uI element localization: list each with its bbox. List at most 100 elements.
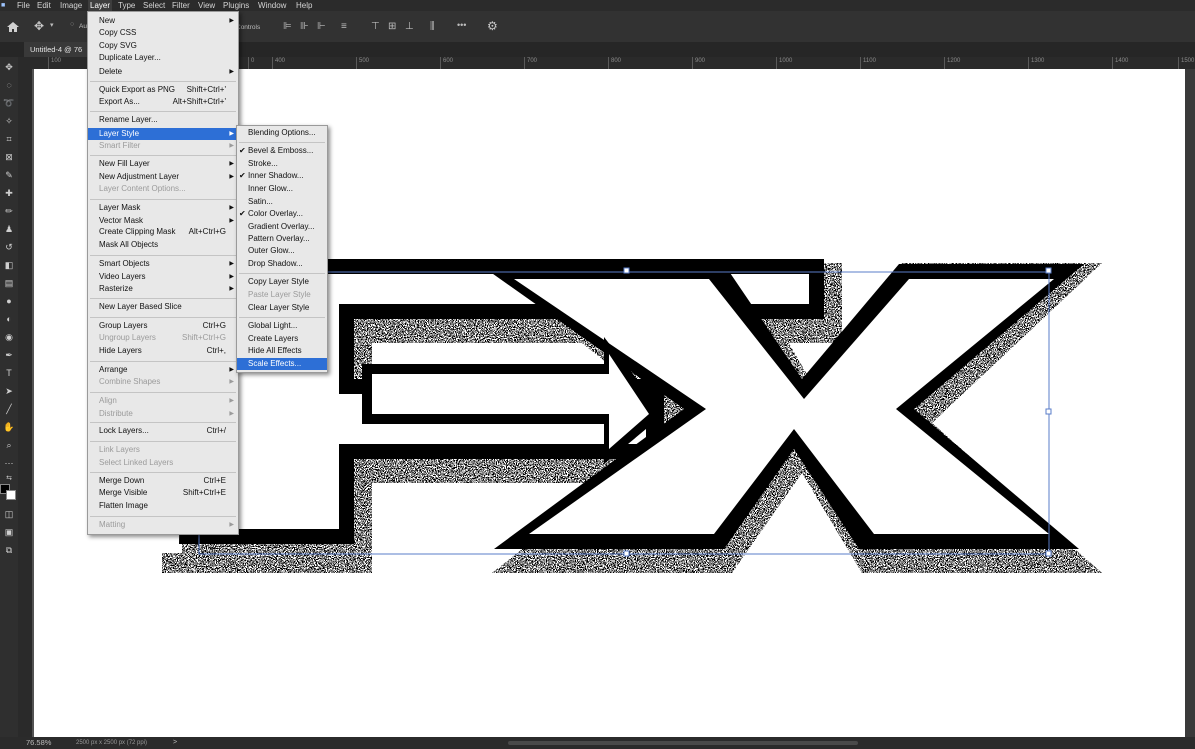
auto-select-checkbox[interactable]: ○ bbox=[70, 21, 74, 28]
settings-icon[interactable]: ⚙ bbox=[487, 19, 498, 33]
menu-item-satin[interactable]: Satin... bbox=[237, 196, 327, 208]
menu-select[interactable]: Select bbox=[141, 0, 167, 11]
align-bottom-icon[interactable]: ⊥ bbox=[405, 21, 414, 32]
menu-item-new[interactable]: New ▶ bbox=[88, 15, 238, 27]
eraser-tool-icon[interactable]: ◧ bbox=[1, 258, 17, 272]
menu-item-group-layers[interactable]: Group Layers Ctrl+G bbox=[88, 320, 238, 332]
menu-item-scale-effects[interactable]: Scale Effects... bbox=[237, 358, 327, 370]
path-selection-icon[interactable]: ➤ bbox=[1, 384, 17, 398]
screen-mode-icon[interactable]: ▣ bbox=[1, 525, 17, 539]
clone-stamp-icon[interactable]: ♟ bbox=[1, 222, 17, 236]
dodge-tool-icon[interactable]: ◐ bbox=[1, 312, 17, 326]
menu-item-video-layers[interactable]: Video Layers ▶ bbox=[88, 271, 238, 283]
menu-item-hide-layers[interactable]: Hide Layers Ctrl+, bbox=[88, 345, 238, 357]
more-options-icon[interactable]: ••• bbox=[457, 20, 466, 30]
home-icon[interactable] bbox=[6, 21, 20, 33]
menu-item-global-light[interactable]: Global Light... bbox=[237, 320, 327, 332]
menu-item-delete[interactable]: Delete ▶ bbox=[88, 66, 238, 78]
menu-item-merge-visible[interactable]: Merge Visible Shift+Ctrl+E bbox=[88, 487, 238, 499]
menu-item-new-fill-layer[interactable]: New Fill Layer ▶ bbox=[88, 158, 238, 170]
menu-item-blending-options[interactable]: Blending Options... bbox=[237, 127, 327, 139]
menu-item-rasterize[interactable]: Rasterize ▶ bbox=[88, 283, 238, 295]
menu-image[interactable]: Image bbox=[58, 0, 84, 11]
menu-item-bevel-emboss[interactable]: ✔ Bevel & Emboss... bbox=[237, 145, 327, 157]
horizontal-scrollbar[interactable] bbox=[508, 741, 858, 745]
menu-item-flatten-image[interactable]: Flatten Image bbox=[88, 500, 238, 512]
line-tool-icon[interactable]: ╱ bbox=[1, 402, 17, 416]
menu-item-hide-all-effects[interactable]: Hide All Effects bbox=[237, 345, 327, 357]
menu-window[interactable]: Window bbox=[256, 0, 288, 11]
menu-item-smart-objects[interactable]: Smart Objects ▶ bbox=[88, 258, 238, 270]
status-arrow-icon[interactable]: > bbox=[173, 737, 177, 749]
menu-item-inner-glow[interactable]: Inner Glow... bbox=[237, 183, 327, 195]
menu-item-inner-shadow[interactable]: ✔ Inner Shadow... bbox=[237, 170, 327, 182]
menu-item-pattern-overlay[interactable]: Pattern Overlay... bbox=[237, 233, 327, 245]
menu-item-copy-layer-style[interactable]: Copy Layer Style bbox=[237, 276, 327, 288]
menu-item-clear-layer-style[interactable]: Clear Layer Style bbox=[237, 302, 327, 314]
menu-item-new-layer-based-slice[interactable]: New Layer Based Slice bbox=[88, 301, 238, 313]
document-tab[interactable]: Untitled-4 @ 76 bbox=[24, 42, 92, 57]
healing-brush-icon[interactable]: ✚ bbox=[1, 186, 17, 200]
menu-item-copy-css[interactable]: Copy CSS bbox=[88, 27, 238, 39]
background-color-swatch[interactable] bbox=[6, 490, 16, 500]
menu-item-label: Outer Glow... bbox=[248, 246, 295, 255]
distribute-vertical-icon[interactable]: ⫼ bbox=[430, 21, 435, 32]
menu-item-rename-layer[interactable]: Rename Layer... bbox=[88, 114, 238, 126]
sponge-icon[interactable]: ◉ bbox=[1, 330, 17, 344]
frame-tool-icon[interactable]: ⊠ bbox=[1, 150, 17, 164]
brush-tool-icon[interactable]: ✏ bbox=[1, 204, 17, 218]
zoom-tool-icon[interactable]: ⌕ bbox=[1, 438, 17, 452]
eyedropper-icon[interactable]: ✎ bbox=[1, 168, 17, 182]
chevron-down-icon[interactable]: ▾ bbox=[50, 21, 54, 29]
menu-item-gradient-overlay[interactable]: Gradient Overlay... bbox=[237, 221, 327, 233]
hand-tool-icon[interactable]: ✋ bbox=[1, 420, 17, 434]
menu-item-export-as[interactable]: Export As... Alt+Shift+Ctrl+' bbox=[88, 96, 238, 108]
menu-item-lock-layers[interactable]: Lock Layers... Ctrl+/ bbox=[88, 425, 238, 437]
menu-item-create-clipping-mask[interactable]: Create Clipping Mask Alt+Ctrl+G bbox=[88, 226, 238, 238]
menu-item-arrange[interactable]: Arrange ▶ bbox=[88, 364, 238, 376]
more-tools-icon[interactable]: ⋯ bbox=[1, 456, 17, 470]
move-tool-icon[interactable]: ✥ bbox=[1, 60, 17, 74]
menu-item-outer-glow[interactable]: Outer Glow... bbox=[237, 245, 327, 257]
quick-mask-icon[interactable]: ◫ bbox=[1, 507, 17, 521]
menu-item-new-adjustment-layer[interactable]: New Adjustment Layer ▶ bbox=[88, 171, 238, 183]
blur-tool-icon[interactable]: ● bbox=[1, 294, 17, 308]
type-tool-icon[interactable]: T bbox=[1, 366, 17, 380]
distribute-icon[interactable]: ≡ bbox=[341, 21, 347, 32]
zoom-level[interactable]: 76.58% bbox=[26, 737, 51, 749]
lasso-tool-icon[interactable]: ➰ bbox=[1, 96, 17, 110]
pen-tool-icon[interactable]: ✒ bbox=[1, 348, 17, 362]
menu-item-layer-style[interactable]: Layer Style ▶ bbox=[88, 128, 238, 140]
menu-item-layer-mask[interactable]: Layer Mask ▶ bbox=[88, 202, 238, 214]
menu-item-color-overlay[interactable]: ✔ Color Overlay... bbox=[237, 208, 327, 220]
menu-item-create-layers[interactable]: Create Layers bbox=[237, 333, 327, 345]
menu-item-mask-all-objects[interactable]: Mask All Objects bbox=[88, 239, 238, 251]
menu-type[interactable]: Type bbox=[116, 0, 137, 11]
align-middle-icon[interactable]: ⊞ bbox=[388, 21, 396, 32]
menu-file[interactable]: File bbox=[15, 0, 32, 11]
menu-item-drop-shadow[interactable]: Drop Shadow... bbox=[237, 258, 327, 270]
menu-item-duplicate-layer[interactable]: Duplicate Layer... bbox=[88, 52, 238, 64]
align-right-icon[interactable]: ⊩ bbox=[317, 21, 326, 32]
align-center-icon[interactable]: ⊪ bbox=[300, 21, 309, 32]
menu-view[interactable]: View bbox=[196, 0, 217, 11]
move-tool-icon[interactable]: ✥ bbox=[34, 19, 44, 33]
menu-item-stroke[interactable]: Stroke... bbox=[237, 158, 327, 170]
align-top-icon[interactable]: ⊤ bbox=[371, 21, 380, 32]
history-brush-icon[interactable]: ↺ bbox=[1, 240, 17, 254]
menu-item-merge-down[interactable]: Merge Down Ctrl+E bbox=[88, 475, 238, 487]
align-left-icon[interactable]: ⊫ bbox=[283, 21, 292, 32]
menu-item-copy-svg[interactable]: Copy SVG bbox=[88, 40, 238, 52]
menu-layer[interactable]: Layer bbox=[88, 0, 113, 11]
menu-help[interactable]: Help bbox=[294, 0, 314, 11]
menu-filter[interactable]: Filter bbox=[170, 0, 192, 11]
menu-edit[interactable]: Edit bbox=[35, 0, 53, 11]
gradient-tool-icon[interactable]: ▤ bbox=[1, 276, 17, 290]
magic-wand-icon[interactable]: ✧ bbox=[1, 114, 17, 128]
crop-tool-icon[interactable]: ⌗ bbox=[1, 132, 17, 146]
menu-plugins[interactable]: Plugins bbox=[221, 0, 251, 11]
vertical-scrollbar[interactable] bbox=[1185, 69, 1195, 737]
marquee-tool-icon[interactable]: ◌ bbox=[1, 78, 17, 92]
menu-item-quick-export-as-png[interactable]: Quick Export as PNG Shift+Ctrl+' bbox=[88, 84, 238, 96]
extra-tool-icon[interactable]: ⧉ bbox=[1, 543, 17, 557]
